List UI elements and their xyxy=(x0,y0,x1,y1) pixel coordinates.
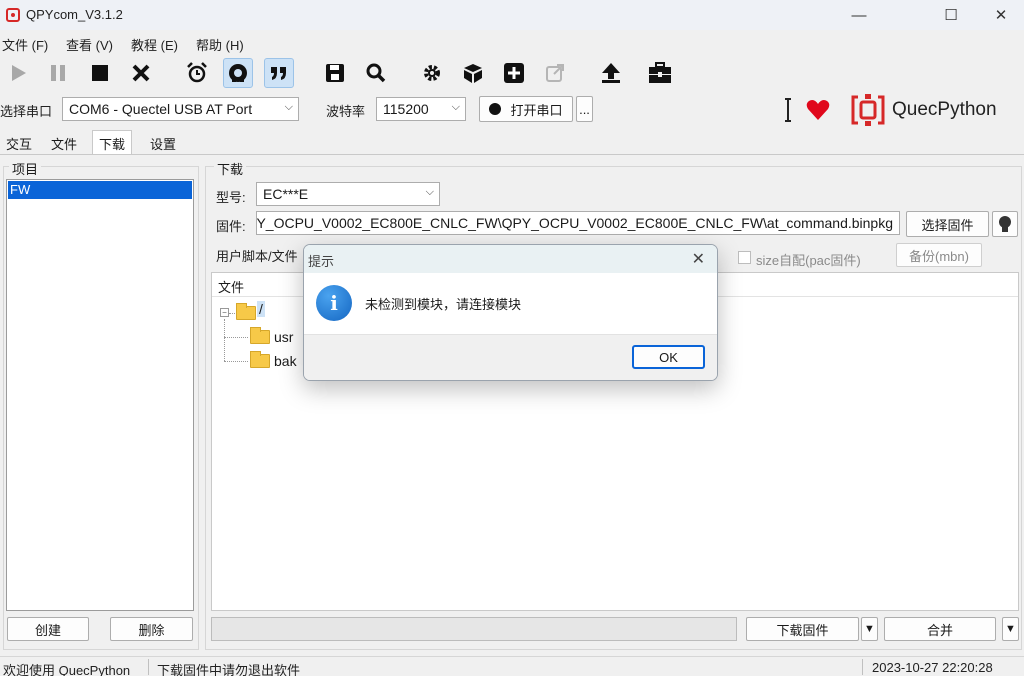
baud-label: 波特率 xyxy=(326,104,366,119)
download-progress-bar xyxy=(211,617,737,641)
menu-tutorial[interactable]: 教程 (E) xyxy=(131,35,178,54)
menu-bar: 文件 (F) 查看 (V) 教程 (E) 帮助 (H) xyxy=(0,31,1024,55)
cube-icon[interactable] xyxy=(458,58,488,88)
cursor-i-icon xyxy=(784,98,791,122)
status-message: 下载固件中请勿退出软件 xyxy=(157,663,301,676)
port-label: 选择串口 xyxy=(0,104,53,119)
download-dropdown-button[interactable]: ▼ xyxy=(861,617,878,641)
info-dialog: 提示 ✕ i 未检测到模块，请连接模块 OK xyxy=(303,244,718,381)
tree-connector xyxy=(224,319,225,361)
stop-icon[interactable] xyxy=(85,58,115,88)
menu-help[interactable]: 帮助 (H) xyxy=(196,35,244,54)
tree-connector xyxy=(229,313,235,314)
lightbulb-button[interactable] xyxy=(992,211,1018,237)
tab-settings[interactable]: 设置 xyxy=(144,131,182,153)
app-logo-icon xyxy=(6,8,20,22)
chevron-down-icon: ⌵ xyxy=(425,186,434,198)
status-welcome: 欢迎使用 QuecPython xyxy=(3,663,131,676)
caret-down-icon: ▼ xyxy=(1005,623,1016,635)
tab-interact[interactable]: 交互 xyxy=(0,131,38,153)
download-group-title: 下载 xyxy=(214,159,247,178)
title-bar: QPYcom_V3.1.2 — ☐ ✕ xyxy=(0,0,1024,30)
dialog-message: 未检测到模块，请连接模块 xyxy=(365,297,522,312)
select-firmware-button[interactable]: 选择固件 xyxy=(906,211,989,237)
create-button[interactable]: 创建 xyxy=(7,617,89,641)
status-divider xyxy=(148,659,149,675)
open-port-button[interactable]: 打开串口 xyxy=(479,96,573,122)
lightbulb-icon xyxy=(999,216,1011,232)
dialog-title: 提示 xyxy=(308,254,335,269)
model-label: 型号: xyxy=(216,190,246,205)
project-list[interactable]: FW xyxy=(6,179,194,611)
quote-icon[interactable] xyxy=(264,58,294,88)
download-firmware-button[interactable]: 下载固件 xyxy=(746,617,859,641)
tree-connector xyxy=(224,361,248,362)
heart-icon xyxy=(806,99,830,124)
window-title: QPYcom_V3.1.2 xyxy=(26,7,123,22)
backup-button[interactable]: 备份(mbn) xyxy=(896,243,982,267)
folder-icon xyxy=(250,327,270,344)
user-script-label: 用户脚本/文件 xyxy=(216,249,298,264)
chevron-down-icon: ⌵ xyxy=(284,101,293,113)
plus-icon[interactable] xyxy=(499,58,529,88)
quecpython-logo-icon xyxy=(850,93,886,130)
firmware-label: 固件: xyxy=(216,219,246,234)
toolbar xyxy=(0,55,1024,91)
play-icon[interactable] xyxy=(3,58,33,88)
main-tabs: 交互 文件 下载 设置 xyxy=(0,130,1024,154)
merge-dropdown-button[interactable]: ▼ xyxy=(1002,617,1019,641)
external-link-icon[interactable] xyxy=(540,58,570,88)
brand-name: QuecPython xyxy=(892,99,997,120)
toolbox-icon[interactable] xyxy=(645,58,675,88)
information-icon: i xyxy=(316,285,352,321)
port-select[interactable]: COM6 - Quectel USB AT Port ⌵ xyxy=(62,97,299,121)
merge-button[interactable]: 合并 xyxy=(884,617,996,641)
status-divider xyxy=(862,659,863,675)
folder-icon xyxy=(236,303,256,320)
status-datetime: 2023-10-27 22:20:28 xyxy=(872,660,993,675)
chevron-down-icon: ⌵ xyxy=(451,101,460,113)
pause-icon[interactable] xyxy=(43,58,73,88)
firmware-path-field[interactable]: QPY_OCPU_V0002_EC800E_CNLC_FW\QPY_OCPU_V… xyxy=(256,211,900,235)
size-auto-checkbox[interactable] xyxy=(738,251,751,264)
clear-icon[interactable] xyxy=(126,58,156,88)
dialog-close-icon[interactable]: ✕ xyxy=(692,249,705,269)
menu-file[interactable]: 文件 (F) xyxy=(2,35,48,54)
gear-icon[interactable] xyxy=(417,58,447,88)
delete-button[interactable]: 删除 xyxy=(110,617,193,641)
serial-settings-bar: 选择串口 COM6 - Quectel USB AT Port ⌵ 波特率 115… xyxy=(0,93,1024,127)
size-auto-label: size自配(pac固件) xyxy=(756,253,861,268)
tab-divider xyxy=(0,154,1024,155)
list-item[interactable]: FW xyxy=(8,181,192,199)
project-group-title: 项目 xyxy=(9,159,42,178)
caret-down-icon: ▼ xyxy=(864,623,875,635)
tab-download[interactable]: 下载 xyxy=(92,130,133,154)
save-icon[interactable] xyxy=(320,58,350,88)
maximize-button[interactable]: ☐ xyxy=(928,0,974,30)
baud-select[interactable]: 115200 ⌵ xyxy=(376,97,466,121)
upload-icon[interactable] xyxy=(596,58,626,88)
status-bar: 欢迎使用 QuecPython 下载固件中请勿退出软件 2023-10-27 2… xyxy=(0,656,1024,676)
python-icon[interactable] xyxy=(223,58,253,88)
tree-root[interactable]: / xyxy=(257,301,265,317)
folder-icon xyxy=(250,351,270,368)
close-button[interactable]: ✕ xyxy=(978,0,1024,30)
collapse-toggle[interactable]: − xyxy=(220,308,229,317)
more-options-button[interactable]: ... xyxy=(576,96,593,122)
tree-connector xyxy=(224,337,248,338)
search-icon[interactable] xyxy=(361,58,391,88)
menu-view[interactable]: 查看 (V) xyxy=(66,35,113,54)
record-dot-icon xyxy=(489,103,502,115)
model-select[interactable]: EC***E ⌵ xyxy=(256,182,440,206)
tab-file[interactable]: 文件 xyxy=(45,131,83,153)
tree-item-bak[interactable]: bak xyxy=(274,353,297,369)
minimize-button[interactable]: — xyxy=(836,0,882,30)
alarm-clock-icon[interactable] xyxy=(182,58,212,88)
ok-button[interactable]: OK xyxy=(632,345,705,369)
tree-item-usr[interactable]: usr xyxy=(274,329,293,345)
dialog-title-bar: 提示 ✕ xyxy=(304,245,717,273)
